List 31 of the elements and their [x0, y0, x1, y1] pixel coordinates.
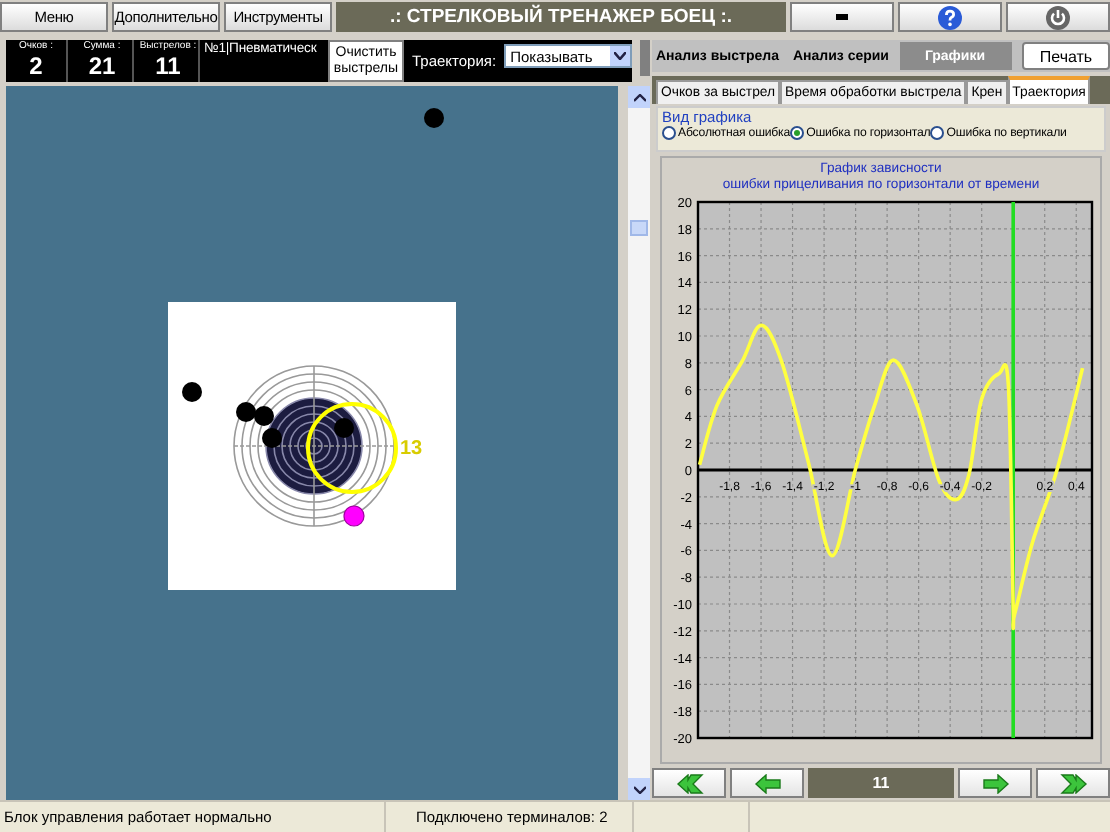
next-icon	[981, 773, 1009, 793]
shot-mark	[424, 108, 444, 128]
stat-value: 2	[29, 54, 43, 80]
shot-counter: 11	[808, 768, 954, 798]
minimize-icon	[836, 14, 848, 20]
caret-icon	[614, 52, 627, 60]
last-button[interactable]	[1036, 768, 1110, 798]
radio-button[interactable]	[790, 126, 805, 140]
scroll-up-icon	[633, 93, 645, 101]
power-button[interactable]	[1006, 2, 1110, 32]
stat-value: 21	[88, 54, 116, 80]
power-icon	[1046, 5, 1070, 29]
app-title: .: СТРЕЛКОВЫЙ ТРЕНАЖЕР БОЕЦ :.	[336, 2, 786, 32]
last-icon	[1059, 773, 1087, 793]
scrollbar[interactable]	[628, 86, 650, 800]
radio-button[interactable]	[662, 126, 676, 140]
print-button[interactable]: Печать	[1022, 42, 1110, 70]
first-button[interactable]	[652, 768, 726, 798]
previous-button[interactable]	[730, 768, 804, 798]
radio-button[interactable]	[930, 126, 945, 140]
help-button[interactable]	[898, 2, 1002, 32]
first-icon	[675, 773, 703, 793]
help-icon	[938, 5, 962, 29]
minimize-button[interactable]	[790, 2, 894, 32]
scroll-thumb[interactable]	[630, 220, 648, 236]
previous-icon	[753, 773, 781, 793]
score-label: 13	[400, 438, 423, 460]
scroll-down-icon	[633, 785, 645, 793]
stat-value: 11	[155, 54, 181, 80]
next-button[interactable]	[958, 768, 1032, 798]
header-block	[640, 40, 650, 76]
